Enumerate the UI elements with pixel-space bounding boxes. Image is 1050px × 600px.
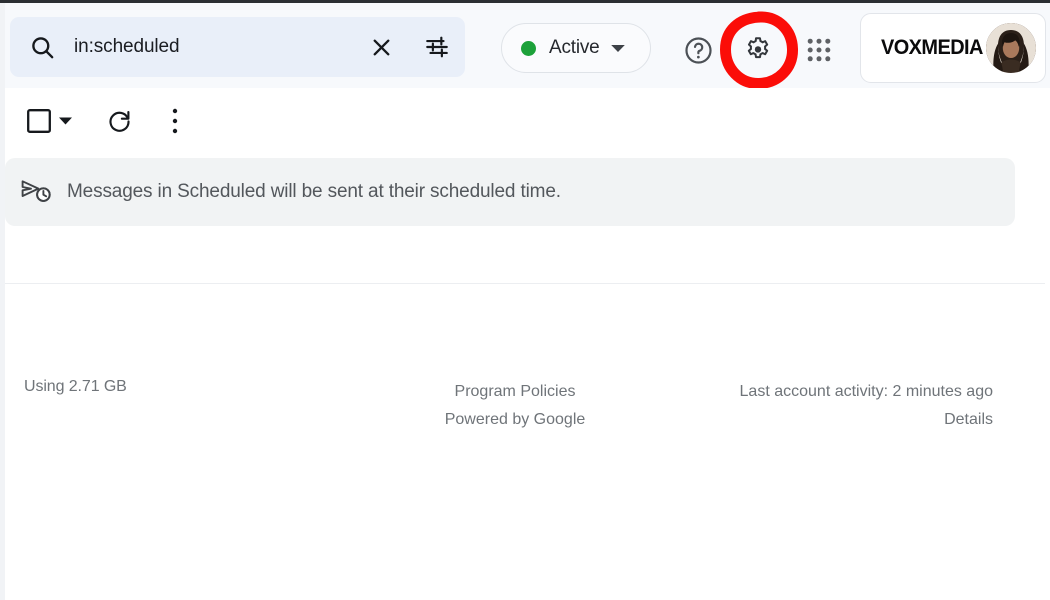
select-all-checkbox[interactable] [26,108,52,134]
status-dropdown[interactable]: Active [501,23,651,73]
status-dot-icon [521,41,536,56]
search-input[interactable] [74,36,353,58]
help-button[interactable] [681,33,715,67]
search-icon [10,34,74,61]
account-activity: Last account activity: 2 minutes ago Det… [740,378,993,434]
scheduled-info-banner: Messages in Scheduled will be sent at th… [5,158,1015,226]
settings-button[interactable] [741,33,775,67]
account-chip[interactable]: VOXMEDIA [860,13,1046,83]
brand-logo-text: VOXMEDIA [881,36,983,60]
content-divider [5,283,1045,284]
scheduled-send-icon [5,179,67,205]
refresh-button[interactable] [104,106,134,136]
gmail-scheduled-page: Active [0,0,1050,600]
activity-details-link[interactable]: Details [740,406,993,434]
footer-links: Program Policies Powered by Google [335,378,695,434]
avatar[interactable] [986,23,1036,73]
status-label: Active [549,37,600,59]
search-options-icon[interactable] [409,34,465,60]
page-footer: Using 2.71 GB Program Policies Powered b… [5,370,1045,434]
select-options-caret[interactable] [57,115,73,127]
clear-search-button[interactable] [353,35,409,60]
storage-usage: Using 2.71 GB [24,378,127,396]
last-activity-label: Last account activity: 2 minutes ago [740,378,993,406]
program-policies-link[interactable]: Program Policies [335,378,695,406]
banner-message: Messages in Scheduled will be sent at th… [67,181,561,203]
search-bar[interactable] [10,17,465,77]
chevron-down-icon [610,43,626,54]
app-header: Active [5,3,1050,88]
powered-by-google-label: Powered by Google [335,406,695,434]
more-options-button[interactable] [160,106,190,136]
google-apps-button[interactable] [802,33,836,67]
